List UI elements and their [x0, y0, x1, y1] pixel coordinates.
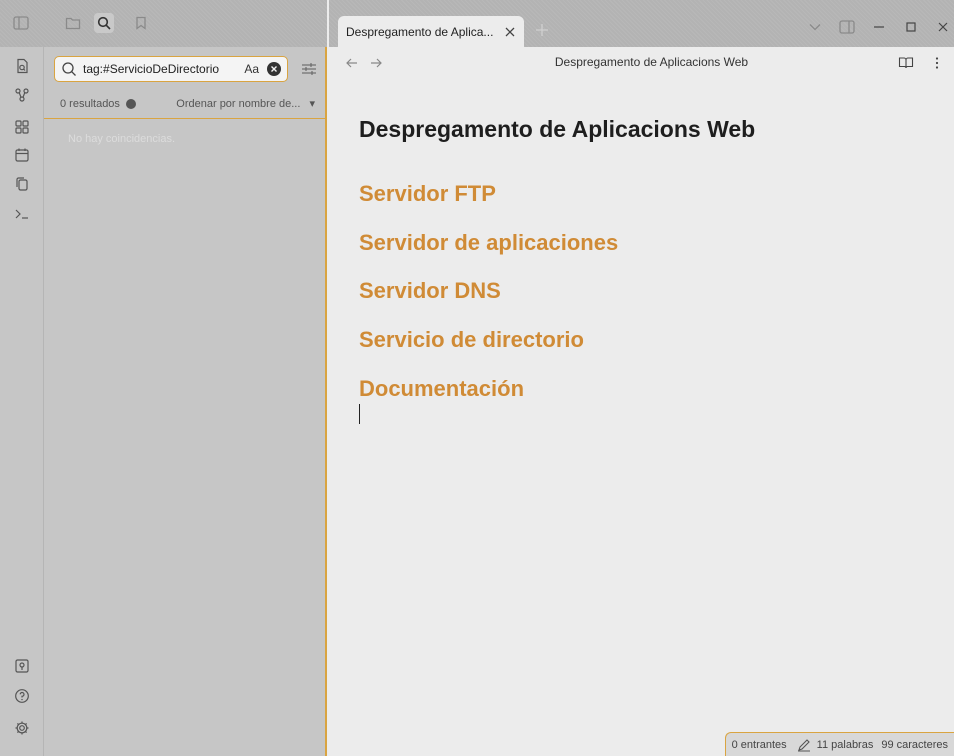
- close-window-icon[interactable]: [932, 16, 954, 38]
- clear-search-icon[interactable]: [267, 62, 281, 76]
- search-input[interactable]: [83, 62, 241, 76]
- search-box: Aa: [54, 56, 288, 82]
- document-heading: Despregamento de Aplicacions Web: [359, 116, 756, 142]
- editor-pane: Despregamento de Aplicacions Web Despreg…: [329, 47, 954, 756]
- status-bar: 0 entrantes 11 palabras 99 caracteres: [724, 732, 954, 756]
- canvas-icon[interactable]: [13, 118, 31, 136]
- pencil-icon[interactable]: [797, 738, 811, 752]
- chevron-down-icon: ▾: [309, 98, 315, 110]
- view-header: Despregamento de Aplicacions Web: [329, 47, 954, 79]
- search-results-header: 0 resultados Ordenar por nombre de... ▾: [44, 93, 325, 119]
- backlinks-count[interactable]: 0 entrantes: [732, 739, 787, 751]
- match-case-toggle[interactable]: Aa: [244, 62, 259, 76]
- tab-list-icon[interactable]: [804, 16, 826, 38]
- book-open-icon[interactable]: [898, 55, 914, 71]
- new-tab-icon[interactable]: [534, 22, 550, 38]
- vault-switcher-icon[interactable]: [13, 657, 31, 675]
- link-documentacion[interactable]: Documentación: [359, 376, 524, 402]
- help-icon[interactable]: [13, 687, 31, 705]
- open-quick-switcher-icon[interactable]: [13, 57, 31, 75]
- more-options-icon[interactable]: [934, 55, 940, 71]
- sort-label: Ordenar por nombre de...: [176, 98, 301, 110]
- link-servidor-ftp[interactable]: Servidor FTP: [359, 181, 496, 207]
- results-toggle-icon[interactable]: [125, 98, 136, 109]
- link-servidor-aplicaciones[interactable]: Servidor de aplicaciones: [359, 230, 618, 256]
- maximize-icon[interactable]: [900, 16, 922, 38]
- search-icon: [61, 61, 77, 77]
- sort-dropdown[interactable]: Ordenar por nombre de... ▾: [156, 97, 315, 110]
- graph-view-icon[interactable]: [13, 86, 31, 104]
- link-servidor-dns[interactable]: Servidor DNS: [359, 278, 501, 304]
- close-icon[interactable]: [502, 24, 518, 40]
- link-servicio-directorio[interactable]: Servicio de directorio: [359, 327, 584, 353]
- minimize-icon[interactable]: [868, 16, 890, 38]
- result-count: 0 resultados: [60, 97, 120, 110]
- search-settings-icon[interactable]: [300, 60, 318, 78]
- view-header-title[interactable]: Despregamento de Aplicacions Web: [329, 55, 954, 69]
- text-cursor: [359, 404, 360, 424]
- sidebar-toggle-icon[interactable]: [11, 13, 31, 33]
- templates-icon[interactable]: [13, 175, 31, 193]
- settings-icon[interactable]: [13, 719, 31, 737]
- daily-note-icon[interactable]: [13, 146, 31, 164]
- search-panel: Aa 0 resultados Ordenar por nombre de...…: [44, 47, 327, 756]
- bookmark-icon[interactable]: [131, 13, 151, 33]
- empty-results-message: No hay coincidencias.: [68, 133, 176, 145]
- right-sidebar-toggle-icon[interactable]: [836, 16, 858, 38]
- tab-title: Despregamento de Aplica...: [346, 24, 494, 39]
- char-count: 99 caracteres: [881, 738, 948, 751]
- titlebar-left: [0, 0, 327, 47]
- window-controls: [794, 16, 954, 38]
- word-count: 11 palabras: [816, 738, 874, 751]
- ribbon: [0, 47, 44, 756]
- terminal-icon[interactable]: [13, 205, 31, 223]
- folder-icon[interactable]: [63, 13, 83, 33]
- search-icon[interactable]: [94, 13, 114, 33]
- tab-despregamento[interactable]: Despregamento de Aplica...: [338, 16, 524, 47]
